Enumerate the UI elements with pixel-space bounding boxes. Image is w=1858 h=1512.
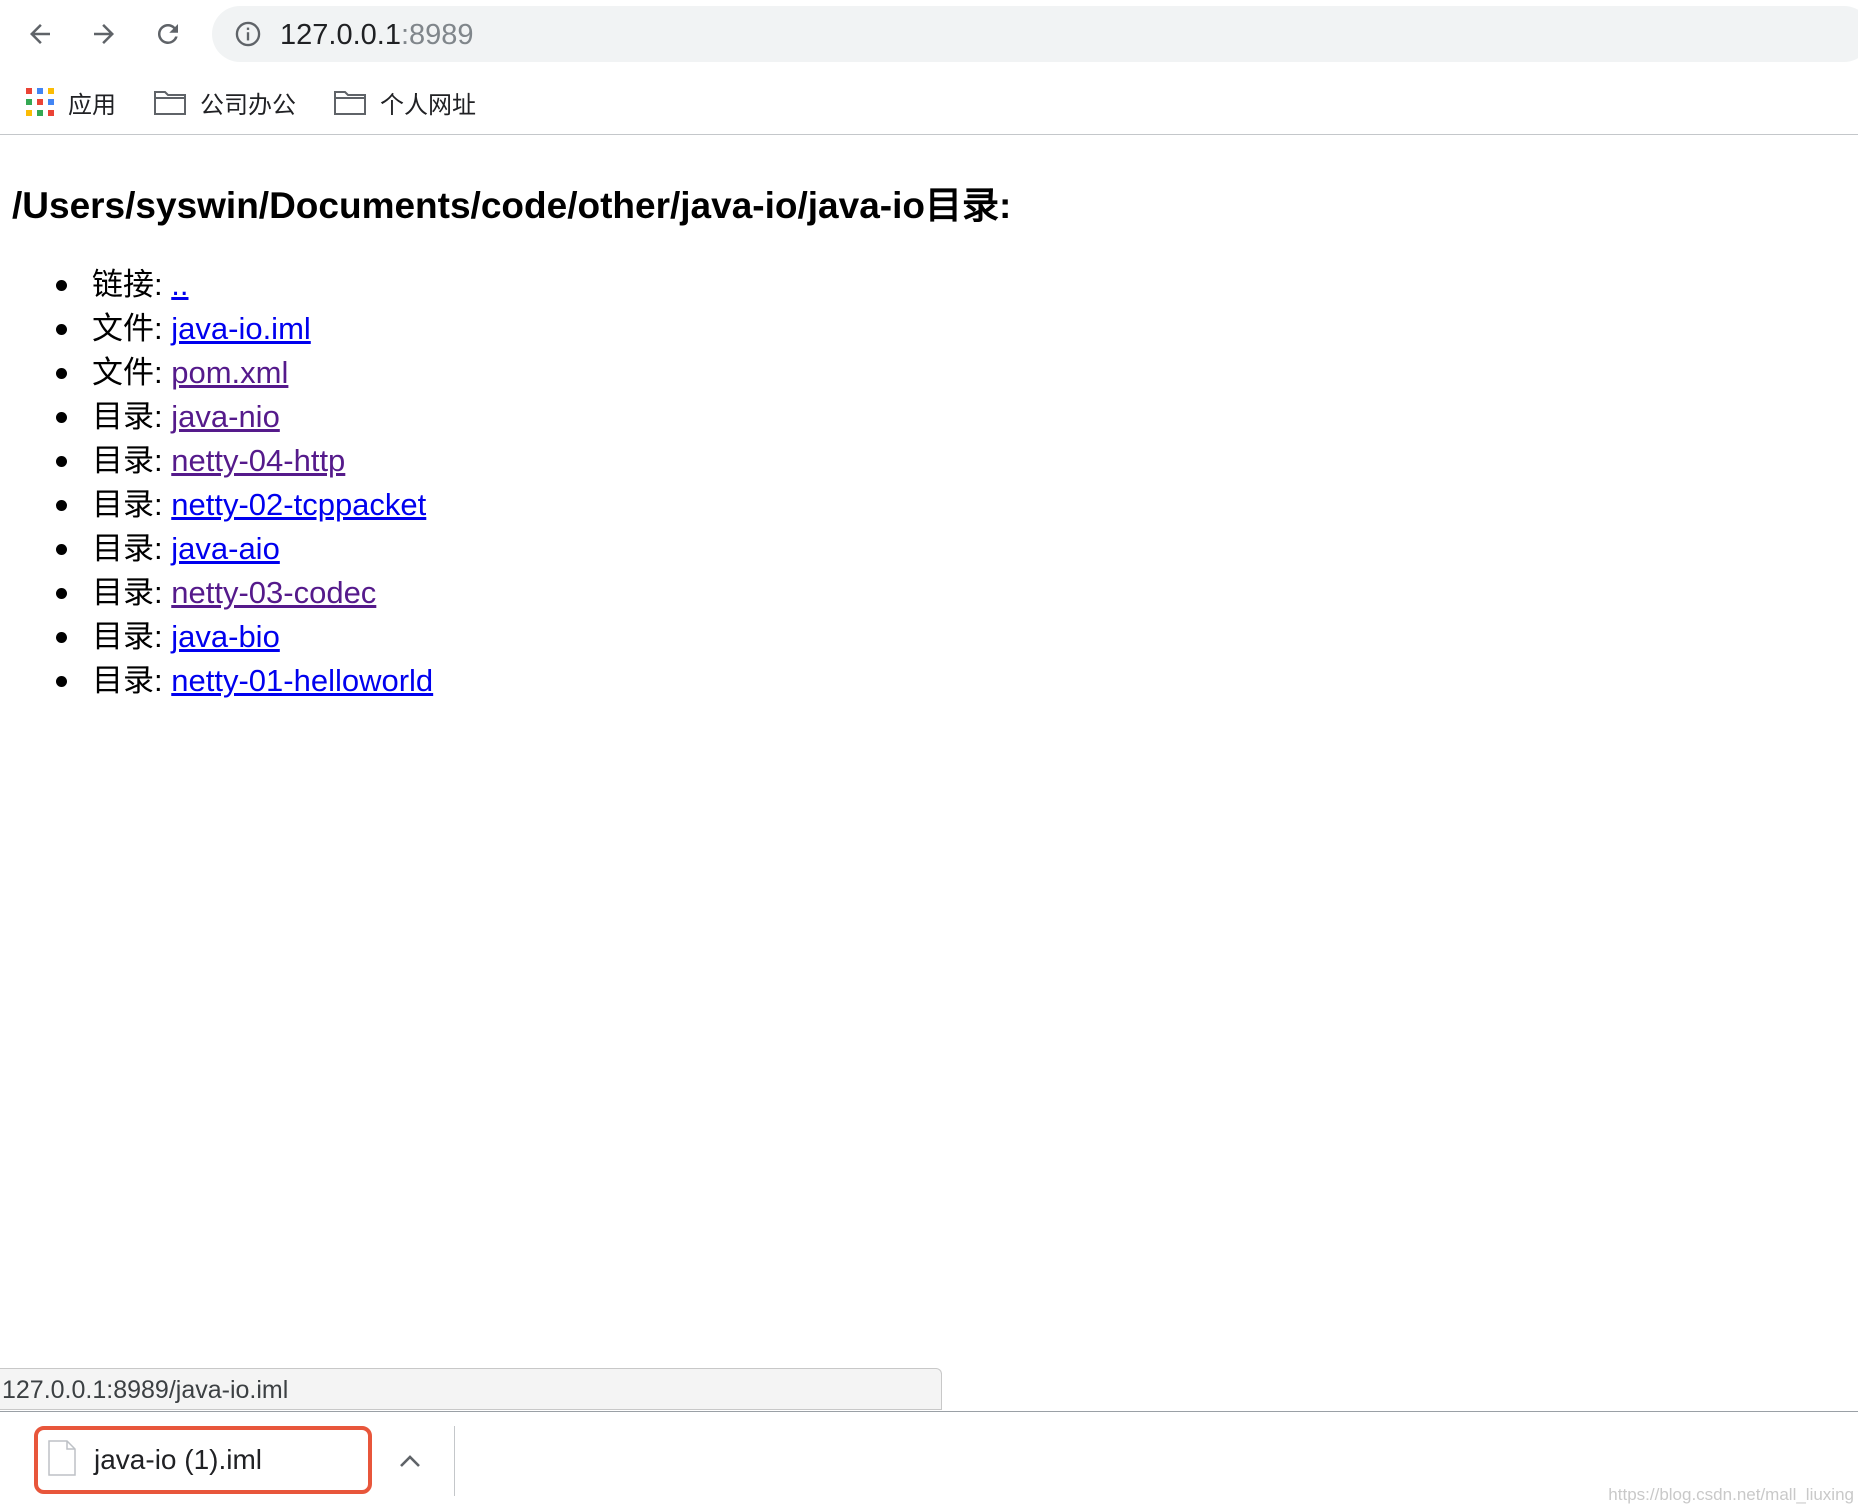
watermark: https://blog.csdn.net/mall_liuxing bbox=[1608, 1485, 1854, 1504]
entry-kind: 目录: bbox=[92, 663, 163, 698]
download-file-name: java-io (1).iml bbox=[94, 1444, 263, 1475]
entry-kind: 目录: bbox=[92, 575, 163, 610]
entry-link[interactable]: netty-04-http bbox=[171, 443, 345, 478]
list-item: 目录: java-nio bbox=[0, 395, 433, 439]
url-text: 127.0.0.1:8989 bbox=[280, 19, 474, 52]
bookmark-label: 公司办公 bbox=[200, 90, 296, 119]
entry-kind: 文件: bbox=[92, 311, 163, 346]
list-item: 文件: pom.xml bbox=[0, 351, 433, 395]
bookmark-folder-company[interactable]: 公司办公 bbox=[154, 82, 296, 122]
bullet-icon bbox=[56, 544, 67, 555]
list-item: 链接: .. bbox=[0, 263, 433, 307]
browser-window: 127.0.0.1:8989 应用 公司办公 个人网址 /Users/syswi… bbox=[0, 0, 1858, 1512]
bookmark-label: 个人网址 bbox=[380, 90, 476, 119]
entry-kind: 链接: bbox=[92, 267, 163, 302]
arrow-right-icon bbox=[94, 24, 114, 44]
directory-listing: 链接: .. 文件: java-io.iml 文件: pom.xml 目录: j… bbox=[0, 263, 433, 703]
shelf-divider bbox=[454, 1426, 455, 1496]
download-shelf: java-io (1).iml https://blog.csdn.net/ma… bbox=[0, 1411, 1858, 1512]
entry-link[interactable]: netty-02-tcppacket bbox=[171, 487, 426, 522]
list-item: 文件: java-io.iml bbox=[0, 307, 433, 351]
bullet-icon bbox=[56, 632, 67, 643]
chevron-up-icon[interactable] bbox=[396, 1450, 424, 1472]
bullet-icon bbox=[56, 324, 67, 335]
entry-kind: 文件: bbox=[92, 355, 163, 390]
bullet-icon bbox=[56, 456, 67, 467]
url-host: 127.0.0.1 bbox=[280, 19, 401, 51]
bullet-icon bbox=[56, 280, 67, 291]
address-bar[interactable]: 127.0.0.1:8989 bbox=[212, 6, 1858, 62]
reload-icon bbox=[157, 23, 178, 44]
entry-kind: 目录: bbox=[92, 399, 163, 434]
entry-link[interactable]: java-nio bbox=[171, 399, 280, 434]
entry-link[interactable]: netty-01-helloworld bbox=[171, 663, 433, 698]
list-item: 目录: netty-02-tcppacket bbox=[0, 483, 433, 527]
entry-link[interactable]: netty-03-codec bbox=[171, 575, 376, 610]
list-item: 目录: netty-03-codec bbox=[0, 571, 433, 615]
url-port: :8989 bbox=[400, 19, 474, 51]
bullet-icon bbox=[56, 500, 67, 511]
entry-link[interactable]: .. bbox=[171, 267, 188, 302]
list-item: 目录: java-bio bbox=[0, 615, 433, 659]
bookmark-label: 应用 bbox=[68, 90, 116, 119]
bookmark-apps[interactable]: 应用 bbox=[26, 82, 116, 122]
info-icon[interactable] bbox=[234, 20, 262, 48]
bullet-icon bbox=[56, 676, 67, 687]
file-icon bbox=[48, 1440, 76, 1476]
download-item[interactable]: java-io (1).iml bbox=[34, 1426, 372, 1494]
link-status-bubble: 127.0.0.1:8989/java-io.iml bbox=[0, 1368, 942, 1410]
bullet-icon bbox=[56, 368, 67, 379]
entry-kind: 目录: bbox=[92, 443, 163, 478]
list-item: 目录: netty-04-http bbox=[0, 439, 433, 483]
back-button[interactable] bbox=[20, 14, 60, 54]
entry-link[interactable]: java-bio bbox=[171, 619, 280, 654]
entry-kind: 目录: bbox=[92, 531, 163, 566]
arrow-left-icon bbox=[30, 24, 50, 44]
bookmark-folder-personal[interactable]: 个人网址 bbox=[334, 82, 476, 122]
entry-kind: 目录: bbox=[92, 487, 163, 522]
entry-kind: 目录: bbox=[92, 619, 163, 654]
entry-link[interactable]: pom.xml bbox=[171, 355, 288, 390]
bullet-icon bbox=[56, 588, 67, 599]
bookmarks-bar: 应用 公司办公 个人网址 bbox=[0, 72, 1858, 135]
folder-icon bbox=[334, 91, 366, 115]
bullet-icon bbox=[56, 412, 67, 423]
folder-icon bbox=[154, 91, 186, 115]
browser-toolbar: 127.0.0.1:8989 bbox=[0, 0, 1858, 68]
list-item: 目录: netty-01-helloworld bbox=[0, 659, 433, 703]
list-item: 目录: java-aio bbox=[0, 527, 433, 571]
reload-button[interactable] bbox=[148, 14, 188, 54]
entry-link[interactable]: java-aio bbox=[171, 531, 280, 566]
apps-grid-icon bbox=[26, 88, 54, 116]
page-title: /Users/syswin/Documents/code/other/java-… bbox=[12, 185, 1012, 226]
entry-link[interactable]: java-io.iml bbox=[171, 311, 311, 346]
forward-button[interactable] bbox=[84, 14, 124, 54]
